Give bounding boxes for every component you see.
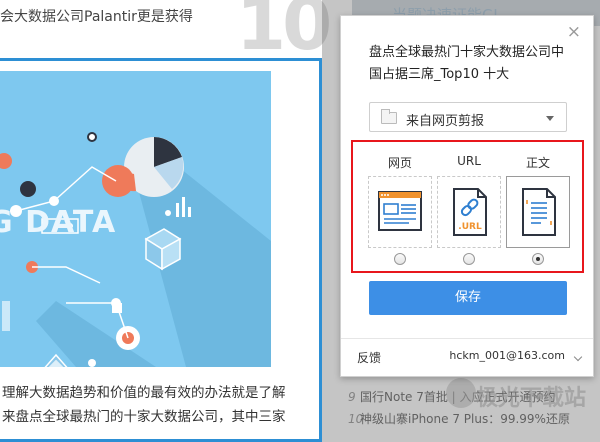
article-body-line-1: 理解大数据趋势和价值的最有效的办法就是了解 — [2, 385, 286, 401]
article-content-box: G DATA 理解大数据趋势和价值的最有效的办法就是了解 来盘点全球最热门的十家… — [0, 58, 322, 442]
url-link-icon: .URL — [453, 188, 487, 236]
account-selector[interactable]: hckm_001@163.com — [449, 349, 565, 362]
webpage-icon — [378, 191, 422, 231]
clip-mode-card[interactable] — [368, 176, 432, 248]
url-icon-text: .URL — [458, 222, 482, 232]
clip-mode-card[interactable]: .URL — [437, 176, 501, 248]
clip-mode-article[interactable]: 正文 — [506, 142, 570, 275]
folder-icon — [381, 109, 397, 124]
clip-mode-radio[interactable] — [463, 253, 475, 265]
clip-mode-radio[interactable] — [532, 253, 544, 265]
clip-mode-webpage[interactable]: 网页 — [368, 142, 432, 275]
article-top-text: 会大数据公司Palantir更是获得 — [0, 9, 193, 25]
notebook-select[interactable]: 来自网页剪报 — [369, 102, 567, 132]
chevron-down-icon — [546, 116, 554, 121]
web-clipper-dialog: × 盘点全球最热门十家大数据公司中国占据三席_Top10 十大 来自网页剪报 网… — [340, 15, 594, 377]
feedback-link[interactable]: 反馈 — [357, 349, 381, 366]
clip-mode-label: 网页 — [387, 156, 412, 170]
article-text-icon — [522, 188, 556, 236]
clip-mode-group: 网页 URL .URL 正文 — [351, 140, 584, 273]
clip-mode-url[interactable]: URL .URL — [437, 142, 501, 275]
dialog-footer: 反馈 hckm_001@163.com — [341, 338, 593, 376]
clip-mode-radio[interactable] — [394, 253, 406, 265]
save-button[interactable]: 保存 — [369, 281, 567, 315]
chevron-down-icon[interactable] — [573, 352, 583, 362]
hero-title-text: G DATA — [0, 205, 117, 240]
ranking-number: 10 — [236, 0, 332, 66]
clip-mode-label: 正文 — [525, 156, 550, 170]
clip-mode-label: URL — [457, 154, 481, 168]
clip-title[interactable]: 盘点全球最热门十家大数据公司中国占据三席_Top10 十大 — [369, 42, 569, 86]
clip-mode-card[interactable] — [506, 176, 570, 248]
big-data-hero-image: G DATA — [0, 71, 271, 367]
close-icon[interactable]: × — [567, 22, 581, 42]
notebook-select-value: 来自网页剪报 — [406, 114, 485, 129]
article-body-line-2: 来盘点全球最热门的十家大数据公司，其中三家 — [2, 409, 286, 425]
